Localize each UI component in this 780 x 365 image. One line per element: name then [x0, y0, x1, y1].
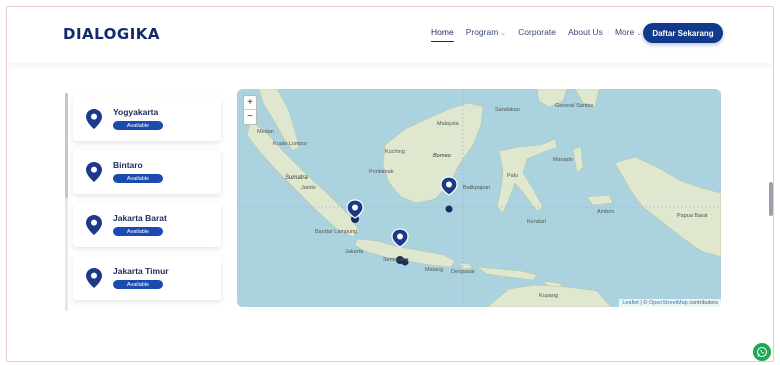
map-attribution: Leaflet | © OpenStreetMap contributors — [619, 299, 721, 307]
nav-more-label: More — [614, 27, 635, 37]
map-label-manado: Manado — [553, 157, 573, 163]
location-pin-icon — [86, 109, 102, 129]
map-label-denpasar: Denpasar — [451, 269, 475, 275]
map-label-ambon: Ambon — [597, 209, 615, 215]
map-zoom-control: + − — [243, 95, 257, 125]
map-label-bandar-lampung: Bandar Lampung — [315, 229, 358, 235]
location-card-jakarta-timur[interactable]: Jakarta Timur Available — [73, 256, 221, 300]
location-card-jakarta-barat[interactable]: Jakarta Barat Available — [73, 203, 221, 247]
zoom-in-button[interactable]: + — [244, 96, 256, 110]
map-label-kuching: Kuching — [385, 149, 405, 155]
map-label-medan: Medan — [257, 129, 274, 135]
map-label-palu: Palu — [507, 173, 519, 179]
nav-home-label: Home — [431, 27, 454, 37]
location-card-bintaro[interactable]: Bintaro Available — [73, 150, 221, 194]
map-label-semarang: Semarang — [383, 257, 409, 263]
whatsapp-icon — [757, 347, 767, 357]
chevron-down-icon: ⌄ — [636, 30, 643, 37]
location-map[interactable]: Sumatra Medan Kuala Lumpur Jambi Malaysi… — [237, 89, 721, 307]
location-pin-icon — [86, 162, 102, 182]
location-pin-icon — [86, 268, 102, 288]
openstreetmap-link[interactable]: OpenStreetMap — [649, 300, 688, 306]
location-name: Jakarta Barat — [113, 213, 167, 223]
nav-program-label: Program — [465, 27, 499, 37]
nav-about-us[interactable]: About Us — [568, 27, 603, 41]
nav-more[interactable]: More ⌄ — [615, 27, 642, 41]
map-label-pontianak: Pontianak — [369, 169, 394, 175]
status-badge: Available — [113, 174, 163, 183]
map-label-malaysia: Malaysia — [437, 121, 459, 127]
chevron-down-icon: ⌄ — [500, 30, 507, 37]
status-badge: Available — [113, 227, 163, 236]
map-marker-dot[interactable] — [445, 205, 453, 213]
map-label-sandakan: Sandakan — [495, 107, 520, 113]
nav-corporate-label: Corporate — [518, 27, 556, 37]
site-header: DIALOGIKA Home Program ⌄ Corporate About … — [7, 7, 773, 63]
map-label-kendari: Kendari — [527, 219, 546, 225]
map-label-jakarta: Jakarta — [345, 249, 364, 255]
location-pin-icon — [86, 215, 102, 235]
map-label-malang: Malang — [425, 267, 444, 273]
location-list-scrollbar[interactable] — [65, 93, 68, 311]
attribution-tail: contributors — [687, 300, 718, 306]
location-name: Yogyakarta — [113, 107, 159, 117]
map-tiles[interactable] — [237, 89, 721, 307]
location-list-scroll-thumb[interactable] — [65, 93, 68, 198]
map-label-papua-barat: Papua Barat — [677, 213, 708, 219]
nav-program[interactable]: Program ⌄ — [466, 27, 506, 41]
main-nav: Home Program ⌄ Corporate About Us More ⌄ — [431, 27, 642, 42]
whatsapp-button[interactable] — [753, 343, 771, 361]
page-scrollbar-thumb[interactable] — [769, 182, 773, 216]
status-badge: Available — [113, 280, 163, 289]
browser-viewport: DIALOGIKA Home Program ⌄ Corporate About … — [6, 6, 774, 362]
map-label-jambi: Jambi — [301, 185, 316, 191]
nav-about-us-label: About Us — [567, 27, 603, 37]
location-name: Bintaro — [113, 160, 143, 170]
status-badge: Available — [113, 121, 163, 130]
location-list: Yogyakarta Available Bintaro Available J… — [73, 97, 223, 309]
map-label-kuala-lumpur: Kuala Lumpur — [273, 141, 308, 147]
map-label-balikpapan: Balikpapan — [463, 185, 491, 191]
nav-home[interactable]: Home — [431, 27, 454, 42]
site-logo[interactable]: DIALOGIKA — [63, 25, 160, 43]
map-label-kupang: Kupang — [539, 293, 558, 299]
zoom-out-button[interactable]: − — [244, 110, 256, 124]
nav-corporate[interactable]: Corporate — [518, 27, 556, 41]
map-label-borneo: Borneo — [433, 153, 451, 159]
daftar-sekarang-button[interactable]: Daftar Sekarang — [643, 23, 723, 43]
location-name: Jakarta Timur — [113, 266, 169, 276]
attribution-separator: | © — [638, 300, 649, 306]
location-card-yogyakarta[interactable]: Yogyakarta Available — [73, 97, 221, 141]
leaflet-link[interactable]: Leaflet — [622, 300, 639, 306]
map-label-sumatra: Sumatra — [285, 175, 308, 181]
map-label-general-santos: General Santos — [555, 103, 594, 109]
